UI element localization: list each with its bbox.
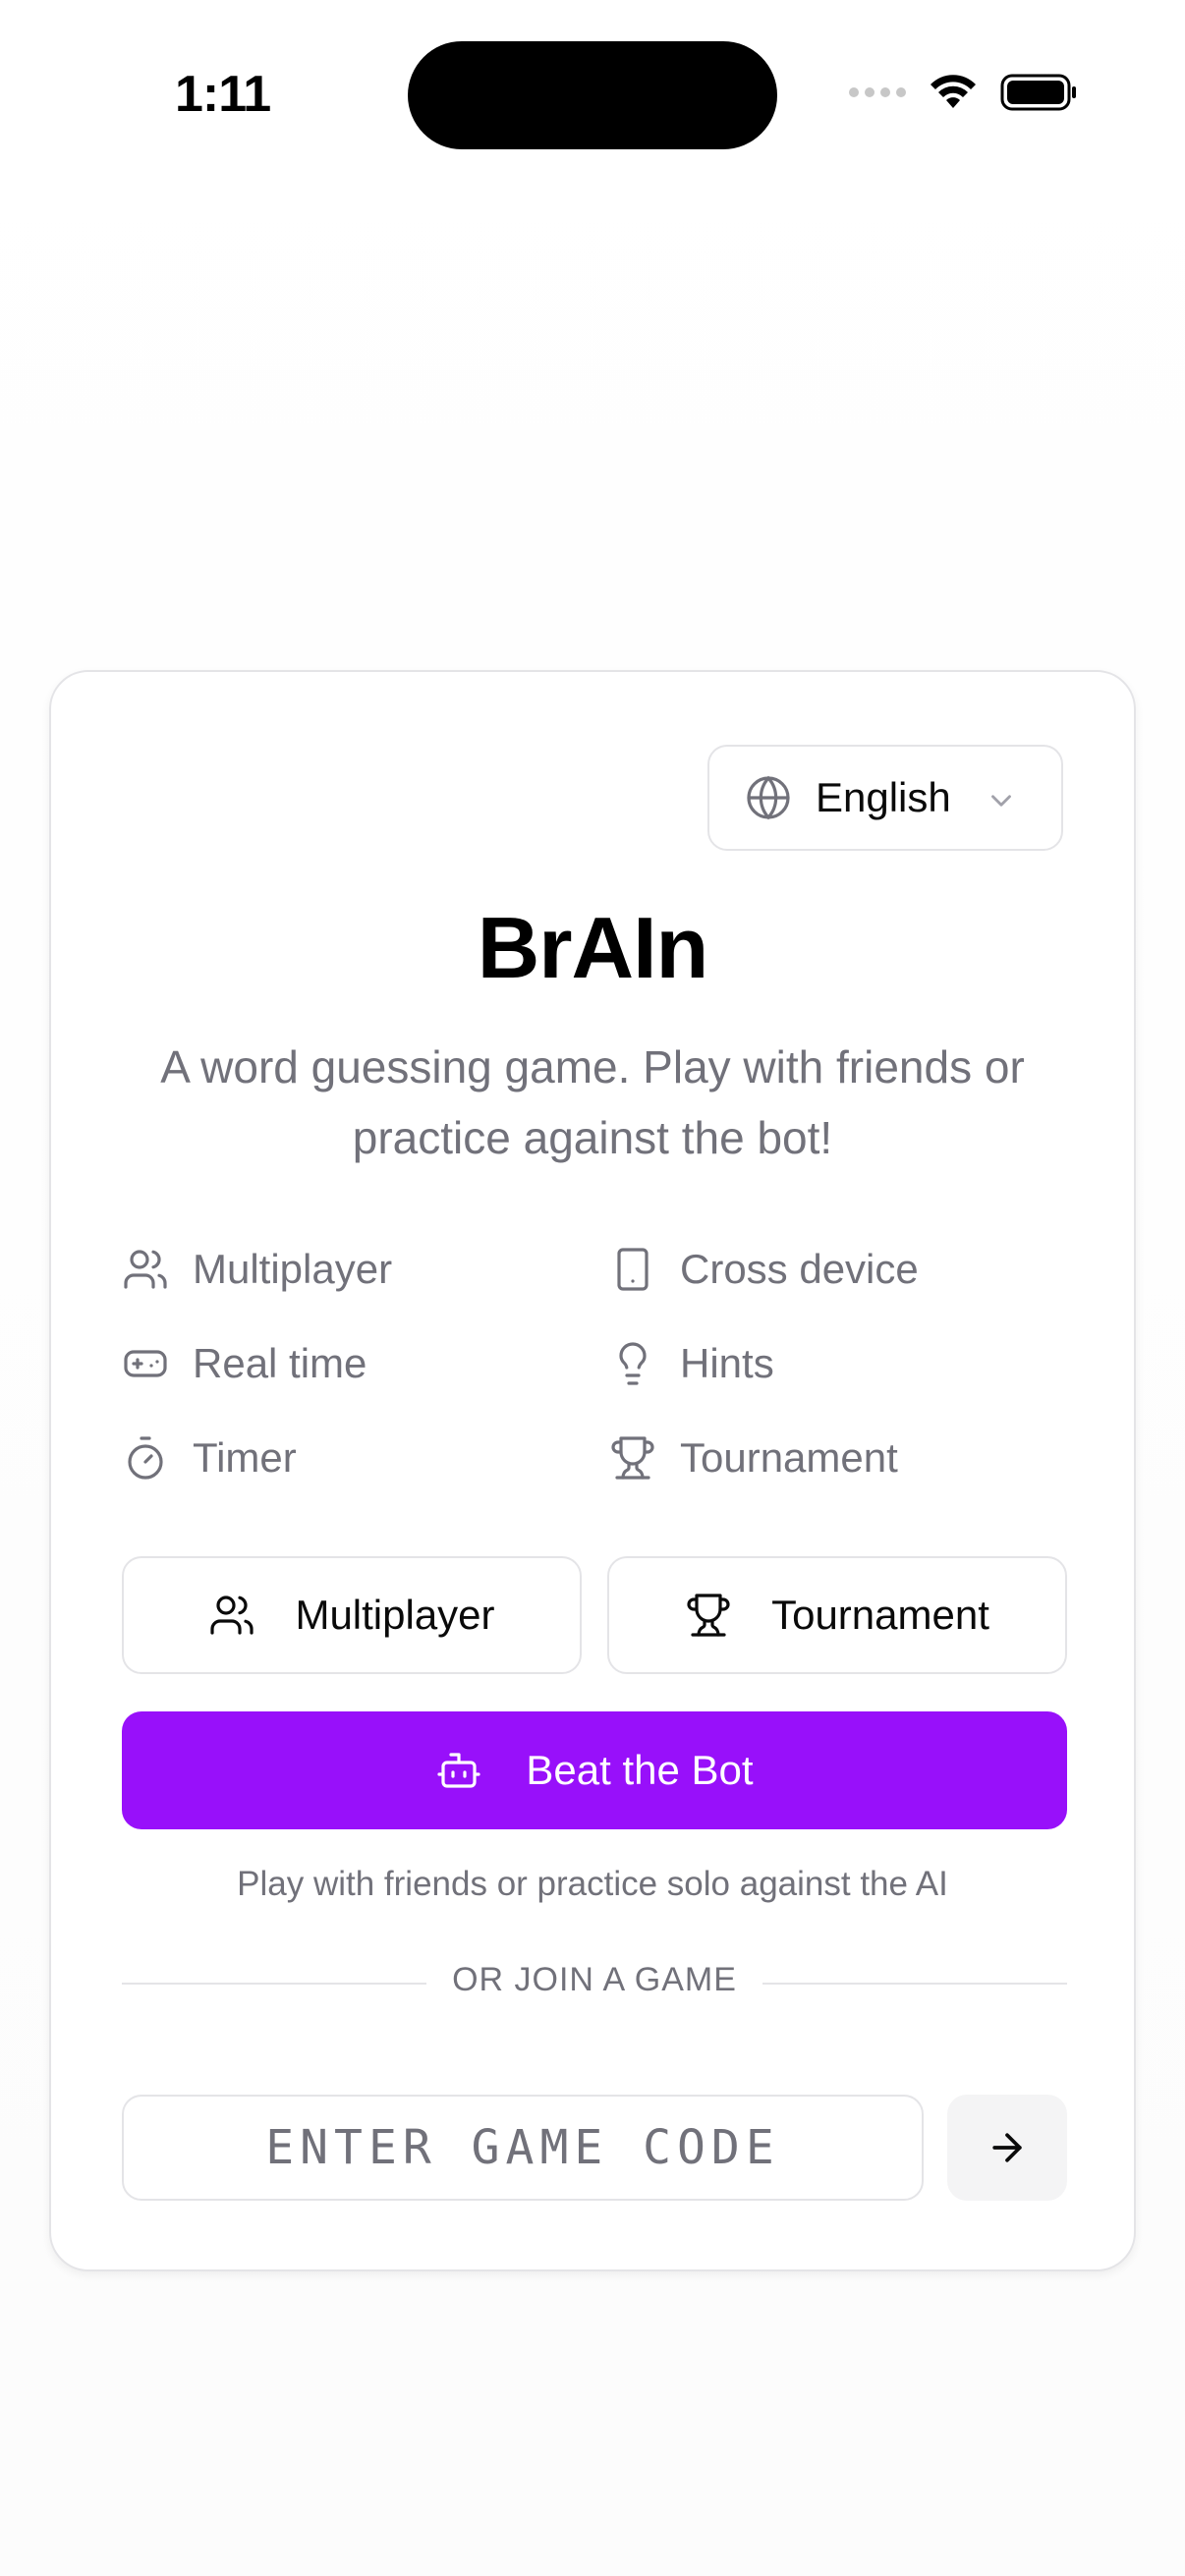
helper-text: Play with friends or practice solo again…: [237, 1865, 948, 1903]
feature-label: Hints: [680, 1340, 774, 1386]
feature-timer: Timer: [122, 1428, 297, 1487]
game-code-input[interactable]: [122, 2095, 924, 2201]
users-icon: [210, 1596, 254, 1635]
arrow-right-icon: [992, 2133, 1022, 2162]
multiplayer-button-label: Multiplayer: [295, 1592, 495, 1638]
join-game-button[interactable]: [947, 2095, 1067, 2201]
cellular-signal-icon: [849, 87, 906, 97]
users-icon: [124, 1250, 167, 1289]
gamepad-icon: [124, 1350, 167, 1377]
globe-icon: [747, 775, 790, 820]
wifi-icon: [931, 75, 976, 108]
timer-icon: [128, 1436, 163, 1480]
feature-label: Timer: [193, 1434, 297, 1481]
chevron-down-icon: [991, 795, 1011, 807]
language-select[interactable]: English: [707, 745, 1063, 851]
tournament-button-label: Tournament: [771, 1592, 989, 1638]
multiplayer-button[interactable]: Multiplayer: [122, 1556, 582, 1674]
feature-label: Tournament: [680, 1434, 898, 1481]
feature-hints: Hints: [609, 1334, 774, 1393]
beat-the-bot-label: Beat the Bot: [526, 1747, 754, 1793]
feature-tournament: Tournament: [609, 1428, 898, 1487]
dynamic-island: [408, 41, 777, 149]
divider-text: OR JOIN A GAME: [452, 1961, 737, 1998]
trophy-icon: [687, 1594, 730, 1637]
feature-cross-device: Cross device: [609, 1240, 919, 1299]
feature-label: Real time: [193, 1340, 367, 1386]
lightbulb-icon: [619, 1342, 647, 1385]
language-label: English: [816, 774, 951, 820]
app-subtitle: A word guessing game. Play with friends …: [160, 1041, 1025, 1163]
bot-icon: [437, 1753, 481, 1788]
game-card: English BrAIn A word guessing game. Play…: [49, 670, 1136, 2271]
feature-label: Multiplayer: [193, 1246, 393, 1292]
status-indicators: [849, 73, 1079, 112]
trophy-icon: [611, 1436, 654, 1480]
feature-real-time: Real time: [122, 1334, 367, 1393]
screen: 1:11 English BrAIn A word guessing game.…: [0, 0, 1185, 2576]
app-title: BrAIn: [477, 899, 709, 996]
feature-label: Cross device: [680, 1246, 919, 1292]
feature-multiplayer: Multiplayer: [122, 1240, 392, 1299]
battery-icon: [1000, 74, 1076, 111]
beat-the-bot-button[interactable]: Beat the Bot: [122, 1711, 1067, 1829]
smartphone-icon: [617, 1248, 649, 1291]
join-divider: OR JOIN A GAME: [122, 1959, 1067, 2008]
tournament-button[interactable]: Tournament: [607, 1556, 1067, 1674]
status-time: 1:11: [175, 66, 271, 123]
